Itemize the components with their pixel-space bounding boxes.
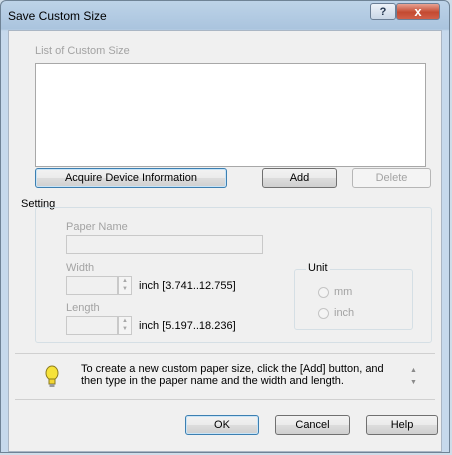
width-range: inch [3.741..12.755] (139, 280, 236, 292)
width-field[interactable] (66, 276, 118, 295)
ok-button[interactable]: OK (185, 415, 259, 435)
unit-label: Unit (306, 262, 330, 274)
cancel-button[interactable]: Cancel (275, 415, 350, 435)
scroll-up-icon[interactable]: ▲ (410, 365, 417, 377)
spin-down-icon: ▼ (122, 326, 128, 332)
info-line-2: then type in the paper name and the widt… (81, 375, 344, 387)
width-label: Width (66, 262, 95, 274)
title-help-button[interactable]: ? (370, 3, 396, 20)
help-icon: ? (379, 5, 387, 18)
info-line-1: To create a new custom paper size, click… (81, 363, 384, 375)
length-spinner[interactable]: ▲ ▼ (118, 316, 132, 335)
spin-up-icon: ▲ (122, 318, 128, 324)
ok-button-label: OK (214, 419, 230, 431)
separator (15, 353, 435, 354)
unit-mm-label: mm (334, 286, 353, 298)
paper-name-field[interactable] (66, 235, 263, 254)
add-button-label: Add (289, 172, 310, 184)
unit-mm-radio[interactable] (318, 287, 329, 298)
cancel-button-label: Cancel (295, 419, 330, 431)
title-close-button[interactable]: x (396, 3, 440, 20)
lightbulb-icon (45, 365, 59, 392)
length-field[interactable] (66, 316, 118, 335)
unit-inch-radio[interactable] (318, 308, 329, 319)
title-bar[interactable]: Save Custom Size ? x (1, 1, 449, 29)
list-label-text: List of Custom Size (35, 45, 130, 57)
width-spinner[interactable]: ▲ ▼ (118, 276, 132, 295)
help-button[interactable]: Help (366, 415, 438, 435)
length-range: inch [5.197..18.236] (139, 320, 236, 332)
unit-group (294, 269, 413, 330)
length-label: Length (66, 302, 100, 314)
dialog-client: List of Custom Size Acquire Device Infor… (8, 30, 442, 452)
delete-button-label: Delete (375, 172, 408, 184)
info-text: To create a new custom paper size, click… (81, 363, 384, 387)
dialog-window: Save Custom Size ? x List of Custom Size… (0, 0, 450, 453)
spin-down-icon: ▼ (122, 286, 128, 292)
separator-bottom (15, 399, 435, 400)
scroll-down-icon[interactable]: ▼ (410, 377, 417, 389)
custom-size-list[interactable] (35, 63, 426, 167)
add-button[interactable]: Add (262, 168, 337, 188)
window-title: Save Custom Size (8, 9, 107, 23)
help-button-label: Help (390, 419, 414, 431)
delete-button[interactable]: Delete (352, 168, 431, 188)
paper-name-label: Paper Name (66, 221, 128, 233)
spin-up-icon: ▲ (122, 278, 128, 284)
acquire-button-label: Acquire Device Information (64, 172, 198, 184)
list-label: List of Custom Size (35, 45, 130, 57)
acquire-device-info-button[interactable]: Acquire Device Information (35, 168, 227, 188)
unit-inch-label: inch (334, 307, 355, 319)
info-scroll[interactable]: ▲ ▼ (410, 365, 417, 389)
close-icon: x (414, 4, 422, 19)
